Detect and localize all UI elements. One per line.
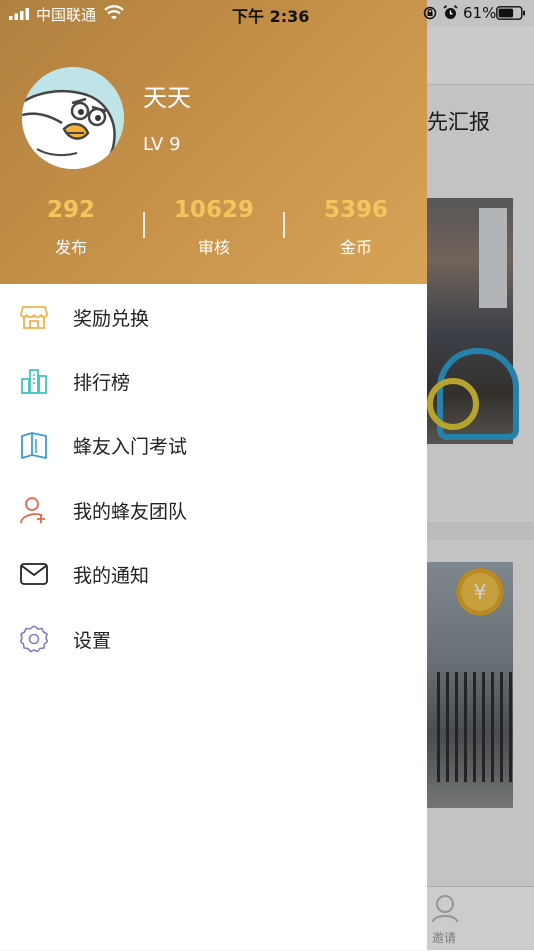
menu-item-label: 设置 <box>73 630 112 652</box>
menu-item-label: 蜂友入门考试 <box>73 436 188 458</box>
menu-item-label: 我的蜂友团队 <box>73 501 188 523</box>
alarm-icon <box>443 5 458 19</box>
add-user-icon <box>20 497 45 524</box>
user-level: LV 9 <box>143 134 181 155</box>
stat-coins-label: 金币 <box>339 238 372 257</box>
stat-published-value: 292 <box>46 197 95 223</box>
mail-icon <box>20 563 48 585</box>
username: 天天 <box>143 84 191 112</box>
stat-published-label: 发布 <box>54 238 87 257</box>
menu-item-team[interactable]: 我的蜂友团队 <box>0 478 427 542</box>
stat-reviewed-value: 10629 <box>173 197 255 223</box>
menu-item-label: 排行榜 <box>73 372 131 394</box>
battery-icon <box>496 6 525 20</box>
stat-reviewed-label: 审核 <box>197 238 230 257</box>
status-bar: 中国联通 下午 2:36 61% <box>0 0 534 26</box>
stat-coins[interactable]: 5396 金币 <box>285 196 427 258</box>
menu-item-label: 我的通知 <box>73 565 150 587</box>
clock: 下午 2:36 <box>232 7 310 26</box>
wifi-icon <box>104 5 124 20</box>
ranking-buildings-icon <box>21 369 47 394</box>
shop-icon <box>20 306 48 329</box>
duck-avatar-icon <box>22 67 124 169</box>
menu-item-notifications[interactable]: 我的通知 <box>0 542 427 606</box>
profile-header: 天天 LV 9 292 发布 10629 审核 5396 金币 <box>0 0 427 284</box>
avatar[interactable] <box>22 67 124 169</box>
signal-icon <box>9 8 29 20</box>
menu-item-ranking[interactable]: 排行榜 <box>0 349 427 413</box>
stat-coins-value: 5396 <box>323 197 388 223</box>
stat-reviewed[interactable]: 10629 审核 <box>143 196 285 258</box>
side-drawer: 天天 LV 9 292 发布 10629 审核 5396 金币 奖励兑换 排行榜… <box>0 0 427 950</box>
battery-percentage: 61% <box>463 4 497 22</box>
gear-icon <box>20 625 48 653</box>
menu-item-label: 奖励兑换 <box>73 308 150 330</box>
book-icon <box>21 432 47 459</box>
carrier-name: 中国联通 <box>36 6 97 24</box>
menu-item-settings[interactable]: 设置 <box>0 607 427 671</box>
rotation-lock-icon <box>423 6 437 20</box>
menu-item-rewards[interactable]: 奖励兑换 <box>0 285 427 349</box>
stat-published[interactable]: 292 发布 <box>0 196 142 258</box>
menu-item-exam[interactable]: 蜂友入门考试 <box>0 413 427 477</box>
